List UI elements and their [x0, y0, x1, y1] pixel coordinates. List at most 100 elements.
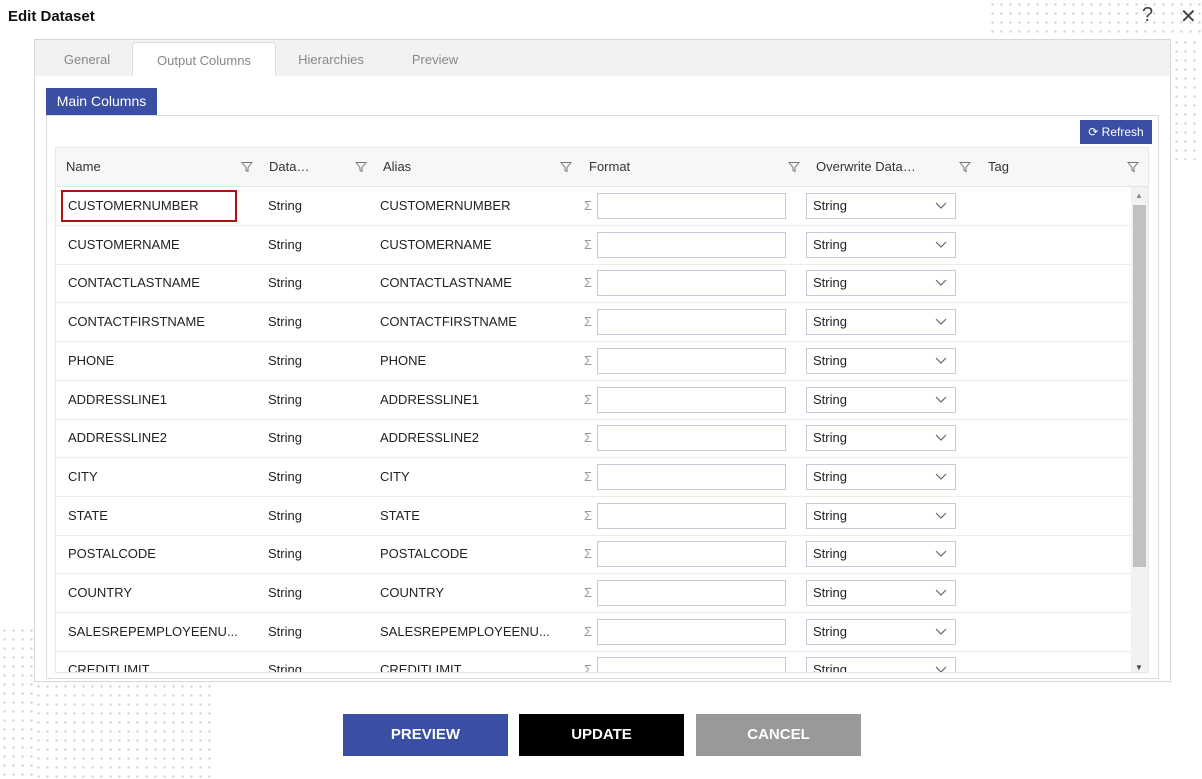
- alias[interactable]: SALESREPEMPLOYEENU...: [380, 613, 570, 651]
- sigma-icon[interactable]: Σ: [584, 303, 592, 341]
- alias[interactable]: ADDRESSLINE2: [380, 419, 570, 457]
- column-header[interactable]: Format: [579, 148, 806, 187]
- alias[interactable]: COUNTRY: [380, 574, 570, 612]
- sigma-icon[interactable]: Σ: [584, 651, 592, 672]
- overwrite-type-value: String: [813, 275, 847, 291]
- sigma-icon[interactable]: Σ: [584, 226, 592, 264]
- sigma-icon[interactable]: Σ: [584, 458, 592, 496]
- format-input[interactable]: [597, 425, 786, 452]
- tab-hierarchies[interactable]: Hierarchies: [283, 42, 379, 76]
- table-row[interactable]: SALESREPEMPLOYEENU... String SALESREPEMP…: [56, 613, 1133, 652]
- filter-icon[interactable]: [1126, 161, 1140, 173]
- dialog-panel: General Output Columns Hierarchies Previ…: [34, 39, 1171, 682]
- alias[interactable]: CONTACTFIRSTNAME: [380, 303, 570, 341]
- overwrite-type-select[interactable]: String: [806, 347, 956, 374]
- filter-icon[interactable]: [958, 161, 972, 173]
- decorative-dots: [1172, 38, 1202, 160]
- overwrite-type-select[interactable]: String: [806, 309, 956, 336]
- sigma-icon[interactable]: Σ: [584, 535, 592, 573]
- filter-icon[interactable]: [559, 161, 573, 173]
- format-input[interactable]: [597, 463, 786, 490]
- table-row[interactable]: CUSTOMERNUMBER String CUSTOMERNUMBER Σ S…: [56, 187, 1133, 226]
- overwrite-type-select[interactable]: String: [806, 231, 956, 258]
- column-name: STATE: [68, 507, 108, 523]
- scroll-down-icon[interactable]: ▼: [1135, 663, 1143, 672]
- alias[interactable]: POSTALCODE: [380, 535, 570, 573]
- sigma-icon[interactable]: Σ: [584, 342, 592, 380]
- format-input[interactable]: [597, 270, 786, 297]
- table-row[interactable]: ADDRESSLINE1 String ADDRESSLINE1 Σ Strin…: [56, 381, 1133, 420]
- table-row[interactable]: CONTACTFIRSTNAME String CONTACTFIRSTNAME…: [56, 303, 1133, 343]
- overwrite-type-select[interactable]: String: [806, 425, 956, 452]
- table-row[interactable]: CONTACTLASTNAME String CONTACTLASTNAME Σ…: [56, 264, 1133, 304]
- format-input[interactable]: [597, 502, 786, 529]
- table-row[interactable]: COUNTRY String COUNTRY Σ String: [56, 574, 1133, 613]
- filter-icon[interactable]: [354, 161, 368, 173]
- tab-general[interactable]: General: [49, 42, 125, 76]
- scroll-up-icon[interactable]: ▲: [1135, 191, 1143, 200]
- overwrite-type-select[interactable]: String: [806, 657, 956, 672]
- table-row[interactable]: CUSTOMERNAME String CUSTOMERNAME Σ Strin…: [56, 226, 1133, 265]
- overwrite-type-select[interactable]: String: [806, 386, 956, 413]
- overwrite-type-select[interactable]: String: [806, 580, 956, 606]
- sigma-icon[interactable]: Σ: [584, 264, 592, 302]
- format-input[interactable]: [597, 541, 786, 568]
- table-row[interactable]: POSTALCODE String POSTALCODE Σ String: [56, 535, 1133, 575]
- data-type: String: [268, 314, 302, 330]
- sigma-icon[interactable]: Σ: [584, 381, 592, 419]
- overwrite-type-select[interactable]: String: [806, 270, 956, 297]
- scrollbar[interactable]: ▲ ▼: [1131, 187, 1148, 672]
- table-row[interactable]: ADDRESSLINE2 String ADDRESSLINE2 Σ Strin…: [56, 419, 1133, 459]
- table-row[interactable]: STATE String STATE Σ String: [56, 497, 1133, 536]
- question-icon[interactable]: ?: [1142, 4, 1153, 27]
- alias[interactable]: CREDITLIMIT: [380, 651, 570, 672]
- overwrite-type-value: String: [813, 430, 847, 446]
- column-header[interactable]: Alias: [373, 148, 579, 187]
- column-header[interactable]: Tag: [978, 148, 1148, 187]
- tab-output-columns[interactable]: Output Columns: [132, 42, 276, 76]
- alias[interactable]: CITY: [380, 458, 570, 496]
- cancel-button[interactable]: CANCEL: [696, 714, 861, 756]
- alias[interactable]: ADDRESSLINE1: [380, 381, 570, 419]
- alias[interactable]: CUSTOMERNAME: [380, 226, 570, 264]
- sigma-icon[interactable]: Σ: [584, 419, 592, 457]
- format-input[interactable]: [597, 193, 786, 219]
- sigma-icon[interactable]: Σ: [584, 187, 592, 225]
- alias[interactable]: STATE: [380, 497, 570, 535]
- format-input[interactable]: [597, 231, 786, 258]
- close-icon[interactable]: ✕: [1180, 4, 1197, 29]
- column-header-label: Overwrite Data…: [816, 159, 916, 174]
- sigma-icon[interactable]: Σ: [584, 613, 592, 651]
- column-header[interactable]: Name: [56, 148, 259, 187]
- alias[interactable]: PHONE: [380, 342, 570, 380]
- scrollbar-thumb[interactable]: [1133, 205, 1146, 567]
- sigma-icon[interactable]: Σ: [584, 574, 592, 612]
- format-input[interactable]: [597, 580, 786, 606]
- filter-icon[interactable]: [240, 161, 254, 173]
- alias[interactable]: CUSTOMERNUMBER: [380, 187, 570, 225]
- format-input[interactable]: [597, 657, 786, 672]
- overwrite-type-select[interactable]: String: [806, 463, 956, 490]
- overwrite-type-select[interactable]: String: [806, 502, 956, 529]
- update-button[interactable]: UPDATE: [519, 714, 684, 756]
- data-type: String: [268, 546, 302, 562]
- subtab-main-columns[interactable]: Main Columns: [46, 88, 157, 115]
- format-input[interactable]: [597, 618, 786, 645]
- column-header[interactable]: Overwrite Data…: [806, 148, 978, 187]
- refresh-button[interactable]: ⟳ Refresh: [1080, 120, 1152, 144]
- filter-icon[interactable]: [787, 161, 801, 173]
- format-input[interactable]: [597, 309, 786, 336]
- preview-button[interactable]: PREVIEW: [343, 714, 508, 756]
- alias[interactable]: CONTACTLASTNAME: [380, 264, 570, 302]
- table-row[interactable]: CREDITLIMIT String CREDITLIMIT Σ String: [56, 651, 1133, 672]
- overwrite-type-select[interactable]: String: [806, 618, 956, 645]
- table-row[interactable]: CITY String CITY Σ String: [56, 458, 1133, 497]
- sigma-icon[interactable]: Σ: [584, 497, 592, 535]
- tab-preview[interactable]: Preview: [395, 42, 475, 76]
- data-type: String: [268, 623, 302, 639]
- overwrite-type-select[interactable]: String: [806, 541, 956, 568]
- format-input[interactable]: [597, 386, 786, 413]
- table-row[interactable]: PHONE String PHONE Σ String: [56, 342, 1133, 381]
- format-input[interactable]: [597, 347, 786, 374]
- overwrite-type-select[interactable]: String: [806, 193, 956, 219]
